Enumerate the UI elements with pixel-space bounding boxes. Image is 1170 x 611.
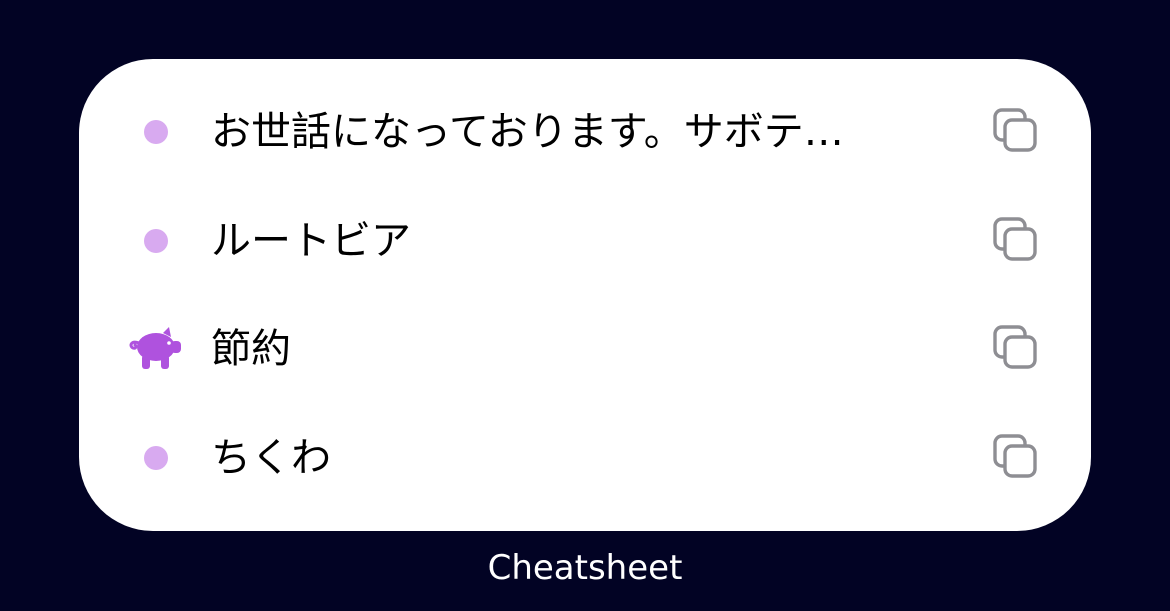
copy-icon[interactable] bbox=[993, 108, 1041, 156]
item-label: 節約 bbox=[211, 326, 291, 372]
pig-icon bbox=[125, 326, 187, 372]
bullet-dot-icon bbox=[125, 435, 187, 481]
bullet-dot-icon bbox=[125, 109, 187, 155]
item-label: ちくわ bbox=[211, 435, 331, 481]
list-item[interactable]: お世話になっております。サボテ… bbox=[79, 78, 1091, 186]
widget-caption: Cheatsheet bbox=[487, 548, 683, 588]
copy-icon[interactable] bbox=[993, 217, 1041, 265]
copy-icon[interactable] bbox=[993, 325, 1041, 373]
list-item[interactable]: 節約 bbox=[79, 295, 1091, 403]
item-label: お世話になっております。サボテ… bbox=[211, 109, 844, 155]
cheatsheet-widget[interactable]: お世話になっております。サボテ… ルートビア 節約 ちくわ bbox=[79, 59, 1091, 531]
list-item[interactable]: ルートビア bbox=[79, 187, 1091, 295]
bullet-dot-icon bbox=[125, 218, 187, 264]
list-item[interactable]: ちくわ bbox=[79, 404, 1091, 512]
item-label: ルートビア bbox=[211, 218, 411, 264]
copy-icon[interactable] bbox=[993, 434, 1041, 482]
